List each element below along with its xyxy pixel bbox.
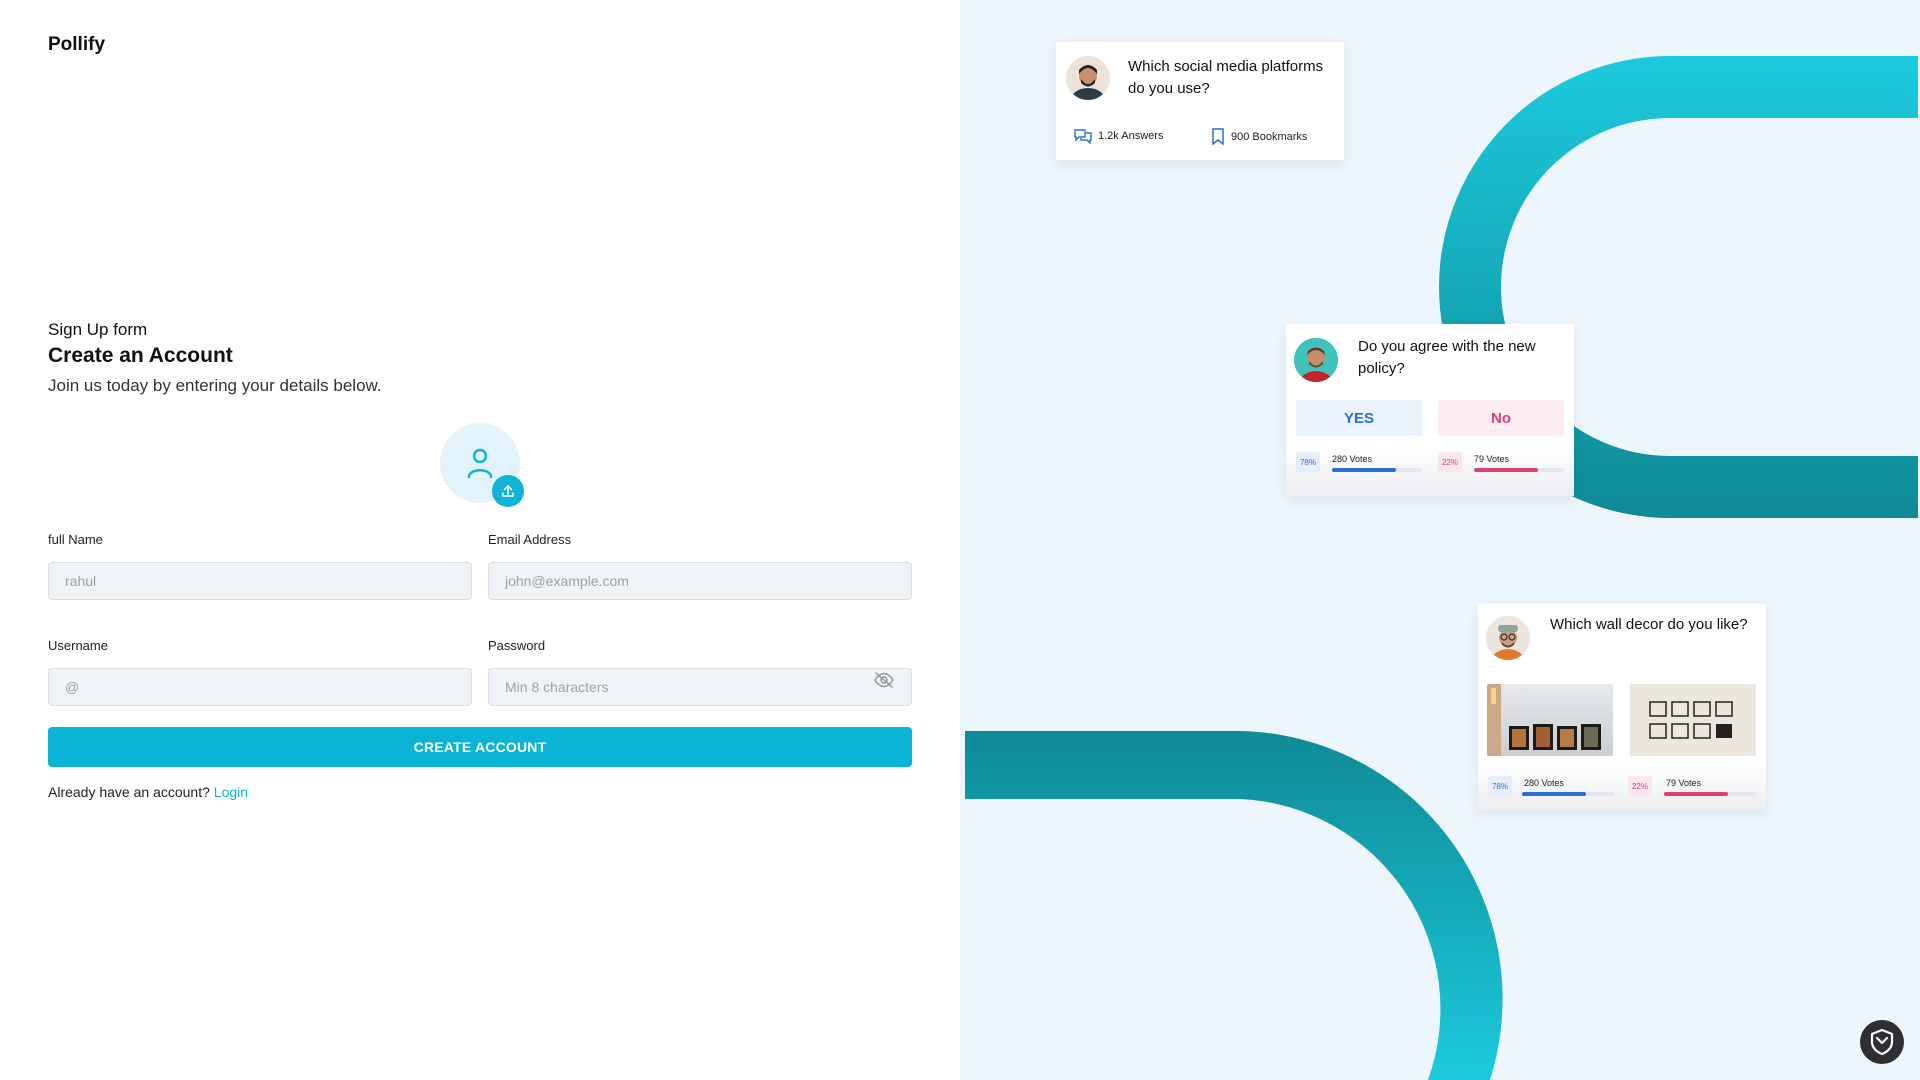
yes-bar-fill	[1332, 468, 1396, 472]
login-link[interactable]: Login	[214, 784, 248, 800]
no-bar-fill	[1474, 468, 1538, 472]
poll-question: Do you agree with the new policy?	[1358, 338, 1536, 377]
no-votes: 79 Votes	[1474, 454, 1510, 464]
no-percent: 22%	[1438, 452, 1462, 472]
yes-button[interactable]: YES	[1296, 400, 1422, 436]
poll-card-decor[interactable]: Which wall decor do you like? 78% 280 Vo…	[1478, 604, 1766, 810]
email-label: Email Address	[488, 532, 572, 547]
username-field[interactable]	[48, 668, 472, 706]
right-bar-fill	[1664, 792, 1728, 796]
create-account-button[interactable]: CREATE ACCOUNT	[48, 727, 912, 767]
page-title: Create an Account	[48, 344, 233, 367]
upload-icon	[502, 485, 514, 497]
bookmark-icon	[1212, 128, 1224, 146]
signup-panel: Pollify Sign Up form Create an Account J…	[0, 0, 960, 1080]
results-strip	[1478, 762, 1766, 810]
password-label: Password	[488, 638, 546, 653]
promo-panel: Which social media platforms do you use?…	[960, 0, 1920, 1080]
left-percent: 78%	[1488, 776, 1512, 796]
answers-count: 1.2k Answers	[1074, 128, 1163, 144]
left-bar-fill	[1522, 792, 1586, 796]
shield-icon[interactable]	[1860, 1020, 1904, 1064]
yes-votes: 280 Votes	[1332, 454, 1373, 464]
poll-question: Which social media platforms do you use?	[1128, 58, 1324, 97]
login-prompt: Already have an account? Login	[48, 784, 248, 800]
bookmarks-count: 900 Bookmarks	[1211, 128, 1307, 146]
eye-off-icon[interactable]	[873, 671, 895, 689]
form-kicker: Sign Up form	[48, 320, 148, 339]
username-label: Username	[48, 638, 108, 653]
email-field[interactable]	[488, 562, 912, 600]
full-name-label: full Name	[48, 532, 103, 547]
brand-logo[interactable]: Pollify	[48, 34, 105, 56]
user-icon	[467, 448, 493, 479]
decor-option-image-left[interactable]	[1487, 684, 1613, 756]
full-name-field[interactable]	[48, 562, 472, 600]
decorative-arcs	[965, 56, 1918, 1080]
poll-card-social[interactable]: Which social media platforms do you use?…	[1056, 42, 1344, 160]
password-field[interactable]	[488, 668, 912, 706]
login-prompt-text: Already have an account?	[48, 784, 210, 800]
avatar	[1294, 338, 1338, 382]
right-votes: 79 Votes	[1666, 778, 1702, 788]
poll-question: Which wall decor do you like?	[1550, 616, 1748, 633]
left-votes: 280 Votes	[1524, 778, 1565, 788]
bookmarks-text: 900 Bookmarks	[1231, 131, 1308, 143]
avatar	[1066, 56, 1110, 100]
poll-card-policy[interactable]: Do you agree with the new policy? YES No…	[1286, 324, 1574, 496]
decor-option-image-right[interactable]	[1630, 684, 1756, 756]
upload-photo-button[interactable]	[492, 475, 524, 507]
avatar-upload[interactable]	[440, 423, 524, 507]
no-button[interactable]: No	[1438, 400, 1564, 436]
chat-icon	[1074, 129, 1092, 144]
form-description: Join us today by entering your details b…	[48, 376, 382, 395]
right-percent: 22%	[1628, 776, 1652, 796]
answers-text: 1.2k Answers	[1098, 130, 1164, 142]
avatar	[1486, 616, 1530, 660]
yes-percent: 78%	[1296, 452, 1320, 472]
